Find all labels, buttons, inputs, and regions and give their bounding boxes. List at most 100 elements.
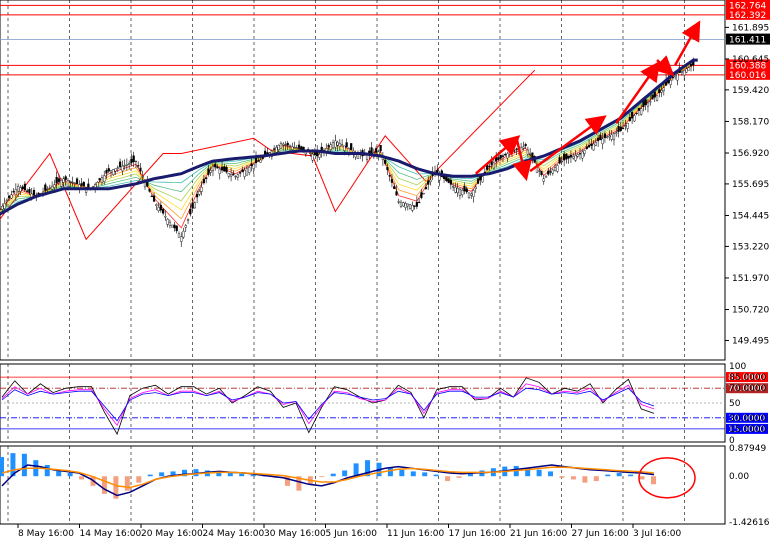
candle-body: [327, 145, 330, 147]
candle-body: [132, 155, 135, 163]
candle-body: [653, 91, 656, 98]
candle-body: [60, 180, 63, 187]
rsi-tick-label: 100: [729, 362, 746, 372]
candle-body: [572, 156, 575, 159]
candle-body: [447, 178, 450, 183]
candle-body: [413, 205, 416, 207]
candle-body: [492, 162, 496, 169]
candle-body: [279, 143, 283, 149]
candle-body: [522, 146, 525, 149]
candle-body: [164, 215, 167, 218]
candle-body: [220, 166, 224, 171]
candle-body: [578, 153, 582, 155]
candle-body: [343, 145, 346, 151]
macd-hist-bar: [239, 473, 245, 477]
candle-body: [547, 170, 550, 175]
candle-body: [277, 145, 280, 150]
candle-body: [173, 224, 176, 229]
macd-hist-bar: [445, 476, 451, 482]
candle-body: [633, 115, 636, 122]
candle-body: [55, 177, 58, 184]
candle-body: [680, 71, 684, 73]
candle-body: [207, 168, 210, 175]
candle-body: [141, 176, 144, 178]
candle-body: [658, 89, 661, 94]
candle-body: [53, 184, 56, 188]
price-tick-label: 159.420: [732, 86, 769, 96]
candle-body: [390, 179, 394, 183]
candle-body: [418, 201, 421, 204]
candle-body: [98, 178, 101, 181]
candle-body: [202, 179, 206, 184]
macd-hist-bar: [605, 474, 611, 477]
candle-body: [148, 188, 151, 192]
candle-body: [345, 142, 348, 148]
candle-body: [159, 204, 162, 211]
candle-body: [660, 90, 663, 93]
candle-body: [499, 154, 502, 159]
macd-hist-bar: [319, 476, 325, 478]
price-tick-label: 149.495: [732, 336, 769, 346]
candle-body: [293, 146, 296, 149]
candle-body: [601, 138, 604, 145]
candle-body: [309, 152, 312, 155]
candle-body: [5, 200, 8, 202]
macd-hist-bar: [410, 471, 416, 477]
candle-body: [134, 160, 138, 163]
candle-body: [624, 125, 627, 127]
candle-body: [118, 161, 122, 168]
candle-body: [563, 153, 566, 161]
candle-body: [23, 183, 27, 191]
candle-body: [674, 75, 677, 78]
candle-body: [411, 205, 414, 211]
candle-body: [218, 168, 221, 174]
candle-body: [175, 225, 178, 232]
macd-hist-bar: [67, 473, 73, 477]
candle-body: [282, 143, 285, 146]
candle-body: [152, 195, 156, 202]
candle-body: [454, 187, 457, 193]
candle-body: [565, 153, 568, 160]
macd-hist-bar: [44, 464, 50, 477]
candle-body: [32, 190, 36, 196]
candle-body: [689, 63, 693, 67]
candle-body: [553, 167, 557, 171]
time-tick-label: 17 Jun 16:00: [449, 529, 506, 539]
candle-body: [44, 184, 47, 191]
candle-body: [62, 178, 65, 183]
time-tick-label: 24 May 16:00: [203, 529, 265, 539]
macd-hist-bar: [593, 476, 599, 482]
candle-body: [225, 167, 228, 173]
candle-body: [687, 67, 690, 71]
candle-body: [463, 185, 466, 192]
candle-body: [424, 186, 428, 190]
candle-body: [397, 201, 400, 203]
time-tick-label: 30 May 16:00: [264, 529, 326, 539]
macd-hist-bar: [79, 476, 85, 480]
candle-body: [429, 179, 432, 183]
candle-body: [655, 95, 659, 101]
candle-body: [669, 80, 672, 85]
candle-body: [524, 144, 527, 147]
macd-tick-label: 0.00: [729, 472, 749, 482]
candle-body: [313, 152, 317, 156]
candle-body: [300, 146, 303, 150]
price-panel: 162.764162.392160.388160.016161.411 161.…: [0, 0, 770, 361]
time-tick-label: 8 May 16:00: [18, 529, 74, 539]
candle-body: [69, 181, 72, 183]
candle-body: [581, 151, 584, 159]
macd-hist-bar: [330, 473, 336, 477]
candle-body: [384, 160, 387, 164]
candle-body: [497, 157, 500, 161]
candle-body: [189, 209, 192, 215]
candle-body: [128, 163, 131, 165]
candle-body: [350, 143, 353, 150]
candle-body: [259, 159, 262, 163]
macd-hist-bar: [227, 473, 233, 477]
candle-body: [461, 189, 464, 196]
candle-body: [236, 174, 239, 178]
price-tick-label: 161.895: [732, 23, 769, 33]
candle-body: [21, 186, 24, 190]
candle-body: [341, 144, 344, 147]
candle-body: [558, 157, 561, 164]
